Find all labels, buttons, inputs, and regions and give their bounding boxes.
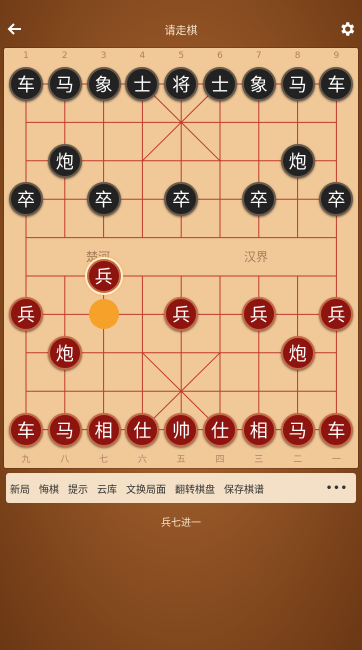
last-move-origin-marker[interactable] — [88, 299, 119, 330]
column-number-bottom: 九 — [21, 455, 31, 465]
action-toolbar: 新局 悔棋 提示 云库 文换局面 翻转棋盘 保存棋谱 ••• — [6, 473, 356, 503]
red-piece[interactable]: 车 — [9, 412, 43, 447]
red-piece[interactable]: 马 — [280, 412, 315, 447]
black-piece[interactable]: 马 — [280, 67, 315, 101]
column-number-top: 5 — [178, 51, 185, 61]
red-piece[interactable]: 马 — [47, 412, 82, 447]
column-number-top: 4 — [139, 51, 146, 61]
page-title: 请走棋 — [164, 24, 198, 37]
red-piece[interactable]: 炮 — [280, 335, 315, 370]
gear-icon[interactable] — [338, 20, 356, 38]
column-number-bottom: 七 — [99, 455, 109, 465]
red-piece[interactable]: 车 — [319, 412, 354, 447]
column-number-top: 7 — [255, 51, 262, 61]
column-number-bottom: 六 — [137, 455, 147, 465]
swap-position-button[interactable]: 文换局面 — [126, 481, 166, 496]
column-number-top: 6 — [217, 51, 223, 61]
red-piece[interactable]: 炮 — [47, 335, 82, 370]
save-record-button[interactable]: 保存棋谱 — [224, 481, 264, 496]
column-number-bottom: 四 — [215, 455, 225, 465]
column-number-bottom: 八 — [60, 455, 70, 465]
black-piece[interactable]: 炮 — [47, 143, 82, 178]
more-menu-icon[interactable]: ••• — [326, 483, 348, 494]
red-piece[interactable]: 相 — [86, 412, 121, 447]
black-piece[interactable]: 将 — [164, 67, 199, 101]
black-piece[interactable]: 士 — [203, 67, 237, 101]
black-piece[interactable]: 卒 — [86, 182, 121, 217]
column-number-bottom: 三 — [254, 455, 264, 465]
column-number-bottom: 五 — [176, 455, 186, 465]
board-grid — [25, 83, 337, 431]
column-number-top: 9 — [333, 51, 340, 61]
red-piece[interactable]: 帅 — [164, 412, 199, 447]
black-piece[interactable]: 卒 — [241, 182, 276, 217]
black-piece[interactable]: 马 — [47, 67, 82, 101]
column-number-top: 1 — [23, 51, 29, 61]
black-piece[interactable]: 象 — [241, 67, 276, 101]
red-piece[interactable]: 相 — [241, 412, 276, 447]
red-piece[interactable]: 兵 — [241, 297, 276, 332]
cloud-library-button[interactable]: 云库 — [97, 481, 117, 496]
black-piece[interactable]: 卒 — [9, 182, 43, 217]
column-number-bottom: 二 — [293, 455, 303, 465]
new-game-button[interactable]: 新局 — [10, 481, 30, 496]
hint-button[interactable]: 提示 — [68, 481, 88, 496]
red-piece[interactable]: 仕 — [125, 412, 160, 447]
chess-board[interactable]: 123456789 九八七六五四三二一 楚河 汉界 车马象士将士象马车炮炮卒卒卒… — [4, 48, 358, 468]
flip-board-button[interactable]: 翻转棋盘 — [175, 481, 215, 496]
move-status-text: 兵七进一 — [161, 518, 201, 529]
river-label-right: 汉界 — [244, 250, 269, 264]
column-number-top: 3 — [100, 51, 107, 61]
red-piece[interactable]: 仕 — [203, 412, 237, 447]
black-piece[interactable]: 象 — [86, 67, 121, 101]
column-number-top: 8 — [294, 51, 301, 61]
column-number-top: 2 — [61, 51, 68, 61]
black-piece[interactable]: 炮 — [280, 143, 315, 178]
undo-button[interactable]: 悔棋 — [39, 481, 59, 496]
column-number-bottom: 一 — [331, 455, 341, 465]
red-piece[interactable]: 兵 — [86, 259, 121, 293]
black-piece[interactable]: 车 — [9, 67, 43, 101]
